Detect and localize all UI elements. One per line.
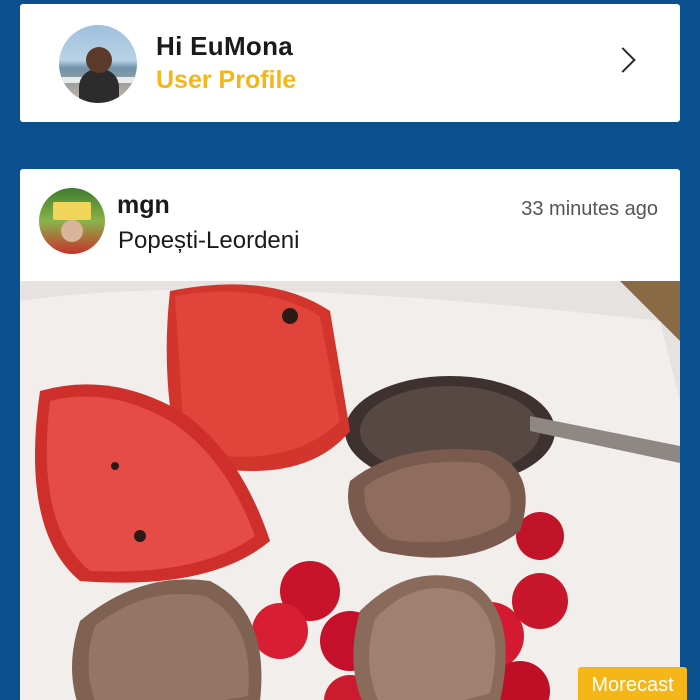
post-photo[interactable] [20, 281, 680, 700]
morecast-badge[interactable]: Morecast [578, 667, 687, 700]
post-timestamp: 33 minutes ago [521, 198, 658, 220]
user-profile-card[interactable]: Hi EuMona User Profile [20, 4, 680, 122]
chevron-right-icon[interactable] [610, 47, 636, 73]
post-author-avatar[interactable] [39, 188, 105, 254]
app-screen: Hi EuMona User Profile mgn Popești-Leord… [0, 0, 700, 700]
photo-illustration [20, 281, 680, 700]
post-card[interactable]: mgn Popești-Leordeni 33 minutes ago [20, 169, 680, 700]
user-avatar [59, 25, 137, 103]
post-location: Popești-Leordeni [118, 227, 300, 254]
post-username[interactable]: mgn [117, 191, 170, 220]
greeting-text: Hi EuMona [156, 31, 294, 61]
user-profile-link[interactable]: User Profile [156, 66, 296, 95]
